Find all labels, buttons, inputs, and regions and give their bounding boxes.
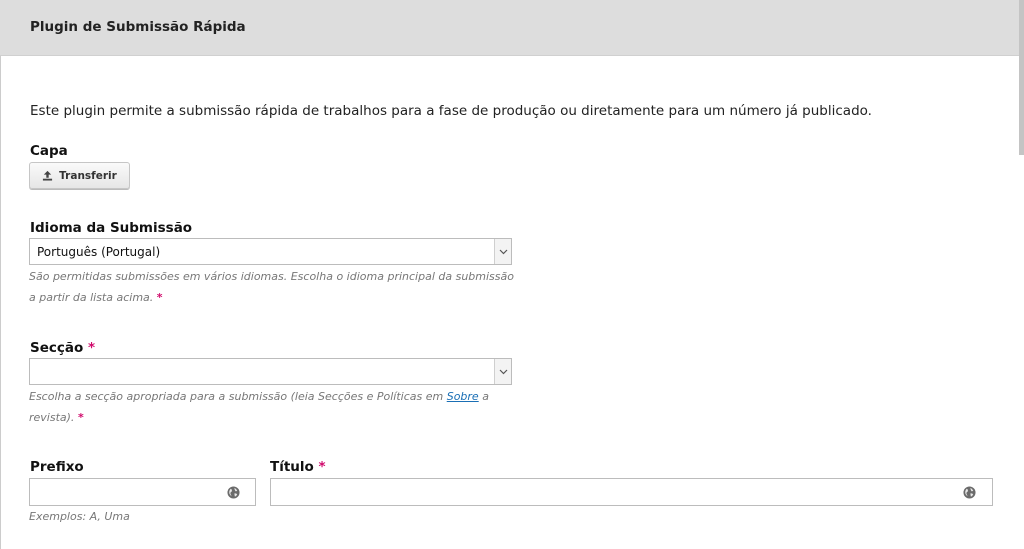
language-select-value: Português (Portugal) xyxy=(37,245,161,259)
title-label: Título * xyxy=(270,459,326,475)
section-select[interactable] xyxy=(29,358,512,385)
language-help: São permitidas submissões em vários idio… xyxy=(29,270,514,304)
language-label: Idioma da Submissão xyxy=(30,220,193,236)
upload-cover-button[interactable]: Transferir xyxy=(29,162,130,189)
required-marker: * xyxy=(156,291,163,304)
required-marker: * xyxy=(87,340,96,356)
about-link[interactable]: Sobre xyxy=(447,390,479,403)
chevron-down-icon xyxy=(494,359,511,384)
upload-button-label: Transferir xyxy=(59,169,117,182)
scrollbar-thumb[interactable] xyxy=(1019,0,1024,155)
prefix-help: Exemplos: A, Uma xyxy=(29,510,130,523)
panel-border xyxy=(0,56,1,549)
intro-text: Este plugin permite a submissão rápida d… xyxy=(30,103,872,119)
required-marker: * xyxy=(318,459,326,475)
required-marker: * xyxy=(77,411,84,424)
section-label: Secção * xyxy=(30,340,96,356)
page-title: Plugin de Submissão Rápida xyxy=(30,19,246,35)
language-select[interactable]: Português (Portugal) xyxy=(29,238,512,265)
upload-icon xyxy=(43,170,53,181)
cover-label: Capa xyxy=(30,143,68,159)
title-input[interactable] xyxy=(270,478,993,506)
prefix-input[interactable] xyxy=(29,478,256,506)
chevron-down-icon xyxy=(494,239,511,264)
section-help: Escolha a secção apropriada para a submi… xyxy=(29,390,489,424)
globe-icon[interactable] xyxy=(227,486,240,499)
page-header: Plugin de Submissão Rápida xyxy=(0,0,1024,56)
globe-icon[interactable] xyxy=(963,486,976,499)
prefix-label: Prefixo xyxy=(30,459,84,475)
